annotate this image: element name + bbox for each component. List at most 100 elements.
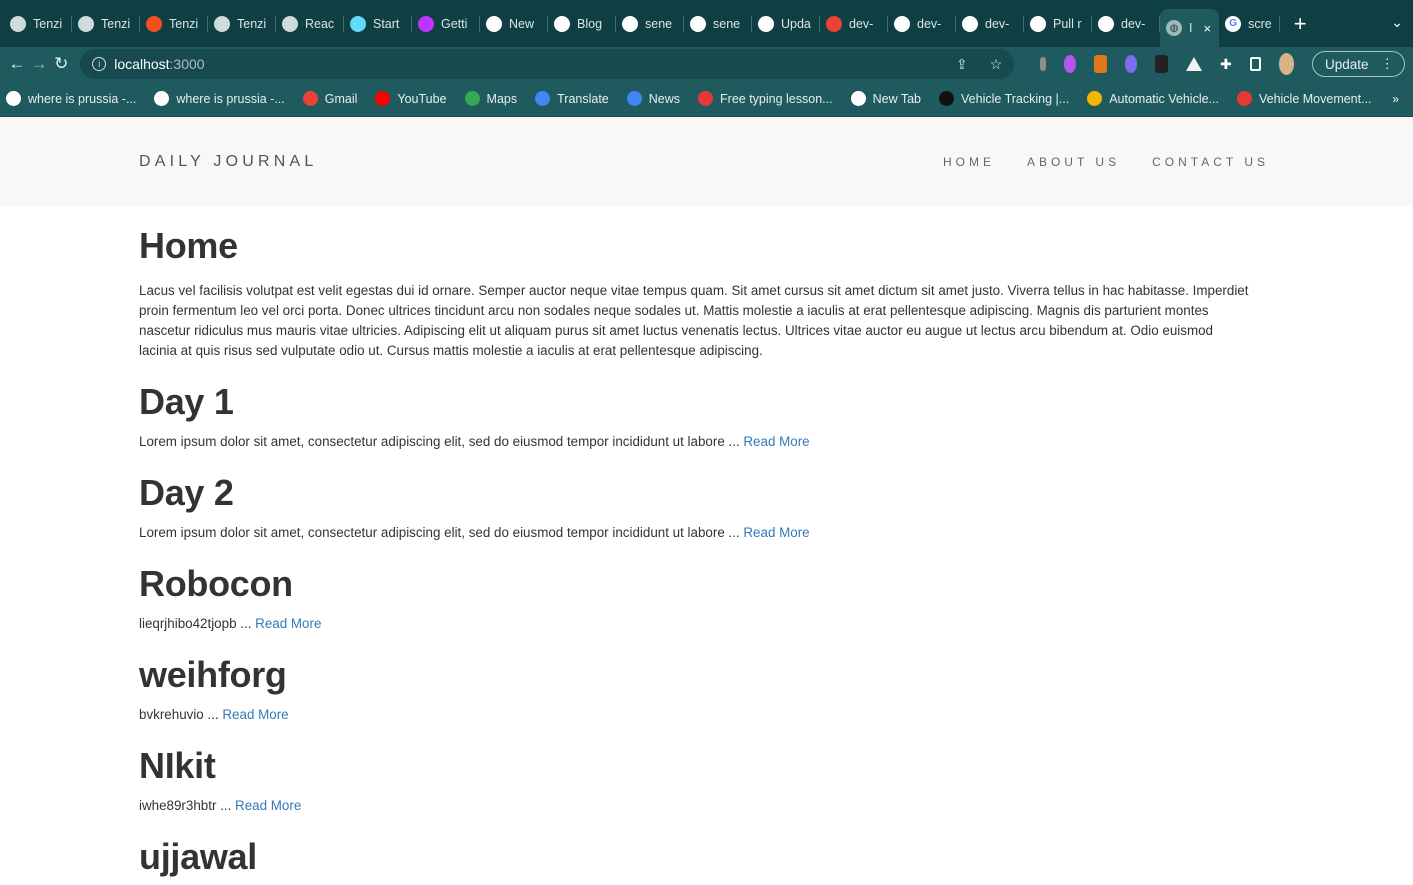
bookmark-label: YouTube — [397, 91, 447, 106]
tab-active[interactable]: ◍ I × — [1160, 9, 1220, 47]
nav-contact[interactable]: CONTACT US — [1152, 155, 1269, 169]
tab[interactable]: New — [480, 0, 548, 47]
puzzle-icon[interactable]: ✚ — [1220, 56, 1232, 73]
tab[interactable]: Tenzi — [4, 0, 72, 47]
bookmark-label: where is prussia -... — [176, 91, 285, 106]
tab-screenshot[interactable]: G scre — [1219, 0, 1280, 47]
close-icon[interactable]: × — [1203, 21, 1211, 36]
tab[interactable]: Blog — [548, 0, 616, 47]
github-icon — [962, 15, 978, 32]
info-icon[interactable]: i — [92, 57, 107, 71]
nav-about[interactable]: ABOUT US — [1027, 155, 1120, 169]
tab[interactable]: Tenzi — [72, 0, 140, 47]
site-header: DAILY JOURNAL HOME ABOUT US CONTACT US — [0, 117, 1413, 206]
tab[interactable]: sene — [684, 0, 752, 47]
openai-icon — [214, 15, 230, 32]
bookmark-item[interactable]: Free typing lesson... — [698, 91, 833, 106]
star-icon[interactable]: ☆ — [990, 56, 1003, 73]
tab[interactable]: Pull r — [1024, 0, 1092, 47]
extension-purple-icon[interactable] — [1063, 55, 1077, 73]
post-excerpt: lieqrjhibo42tjopb ... — [139, 616, 252, 631]
bookmark-item[interactable]: where is prussia -... — [6, 91, 136, 106]
bookmark-item[interactable]: New Tab — [850, 91, 922, 106]
github-icon — [1098, 15, 1114, 32]
post-item: NIkit iwhe89r3hbtr ... Read More — [139, 744, 1274, 816]
bookmark-label: News — [648, 91, 681, 106]
tab[interactable]: Upda — [752, 0, 820, 47]
tab[interactable]: sene — [616, 0, 684, 47]
read-more-link[interactable]: Read More — [743, 434, 809, 449]
tab-label: Tenzi — [101, 16, 131, 31]
extension-triangle-icon[interactable] — [1185, 57, 1202, 71]
tab[interactable]: Tenzi — [140, 0, 208, 47]
tab-label: New — [509, 16, 535, 31]
forward-arrow-icon[interactable]: → — [30, 51, 48, 77]
read-more-link[interactable]: Read More — [743, 525, 809, 540]
bookmark-label: Vehicle Tracking |... — [961, 91, 1070, 106]
avatar[interactable] — [1278, 53, 1294, 75]
site-brand[interactable]: DAILY JOURNAL — [139, 153, 318, 171]
post-item: weihforg bvkrehuvio ... Read More — [139, 653, 1274, 725]
bookmark-item[interactable]: Automatic Vehicle... — [1087, 91, 1219, 106]
bookmark-item[interactable]: where is prussia -... — [154, 91, 285, 106]
post-excerpt-row: bvkrehuvio ... Read More — [139, 705, 1274, 725]
new-tab-button[interactable]: + — [1280, 11, 1321, 37]
post-excerpt: iwhe89r3hbtr ... — [139, 798, 232, 813]
bookmarks-more-icon[interactable]: » — [1392, 92, 1399, 106]
bookmark-label: Translate — [557, 91, 609, 106]
openai-icon — [282, 15, 298, 32]
address-bar[interactable]: i localhost:3000 ⇪ ☆ — [80, 49, 1015, 79]
bookmark-item[interactable]: Translate — [535, 91, 609, 106]
tab[interactable]: dev- — [888, 0, 956, 47]
post-excerpt: Lorem ipsum dolor sit amet, consectetur … — [139, 434, 740, 449]
tab[interactable]: dev- — [1092, 0, 1160, 47]
bookmark-item[interactable]: Vehicle Movement... — [1236, 91, 1372, 106]
tab-label: Blog — [577, 16, 603, 31]
extension-car-icon[interactable] — [1155, 55, 1168, 73]
tab-label: Getti — [441, 16, 468, 31]
update-button[interactable]: Update ⋮ — [1311, 51, 1406, 77]
bookmark-item[interactable]: Gmail — [302, 91, 357, 106]
post-excerpt: Lorem ipsum dolor sit amet, consectetur … — [139, 525, 740, 540]
tab-label: dev- — [1121, 16, 1146, 31]
home-intro-text: Lacus vel facilisis volutpat est velit e… — [139, 283, 1249, 358]
openai-icon — [10, 15, 26, 32]
read-more-link[interactable]: Read More — [222, 707, 288, 722]
tab[interactable]: Getti — [412, 0, 480, 47]
nav-home[interactable]: HOME — [943, 155, 995, 169]
back-arrow-icon[interactable]: ← — [8, 51, 26, 77]
tab-label: Tenzi — [33, 16, 63, 31]
kebab-menu-icon[interactable]: ⋮ — [1381, 56, 1395, 72]
tab-label: Upda — [781, 16, 811, 31]
bookmark-item[interactable]: YouTube — [375, 91, 447, 106]
bookmark-item[interactable]: News — [626, 91, 681, 106]
tab[interactable]: Start — [344, 0, 412, 47]
read-more-link[interactable]: Read More — [235, 798, 301, 813]
bookmark-item[interactable]: Vehicle Tracking |... — [939, 91, 1069, 106]
post-item: Day 1 Lorem ipsum dolor sit amet, consect… — [139, 380, 1274, 452]
tab[interactable]: Tenzi — [208, 0, 276, 47]
google-icon — [154, 91, 170, 106]
metamask-icon[interactable] — [1094, 55, 1107, 73]
bookmark-label: New Tab — [872, 91, 922, 106]
share-icon[interactable]: ⇪ — [956, 56, 968, 73]
post-excerpt-row: lieqrjhibo42tjopb ... Read More — [139, 614, 1274, 634]
chevron-down-icon[interactable]: ⌄ — [1391, 14, 1403, 31]
google-icon: G — [1225, 15, 1242, 32]
read-more-link[interactable]: Read More — [255, 616, 321, 631]
tab[interactable]: dev- — [956, 0, 1024, 47]
document-icon — [1236, 91, 1252, 106]
bookmark-label: Automatic Vehicle... — [1109, 91, 1219, 106]
bookmark-item[interactable]: Maps — [464, 91, 517, 106]
tab-label: Pull r — [1053, 16, 1082, 31]
post-excerpt-row: Lorem ipsum dolor sit amet, consectetur … — [139, 523, 1274, 543]
post-list: Day 1 Lorem ipsum dolor sit amet, consect… — [139, 380, 1274, 885]
reload-icon[interactable]: ↻ — [52, 51, 70, 77]
extension-icon[interactable] — [1040, 57, 1046, 71]
side-panel-icon[interactable] — [1249, 57, 1261, 71]
tab[interactable]: dev- — [820, 0, 888, 47]
translate-icon — [535, 91, 551, 106]
extension-globe-icon[interactable] — [1124, 55, 1138, 73]
tab[interactable]: Reac — [276, 0, 344, 47]
page-title: Home — [139, 225, 238, 266]
